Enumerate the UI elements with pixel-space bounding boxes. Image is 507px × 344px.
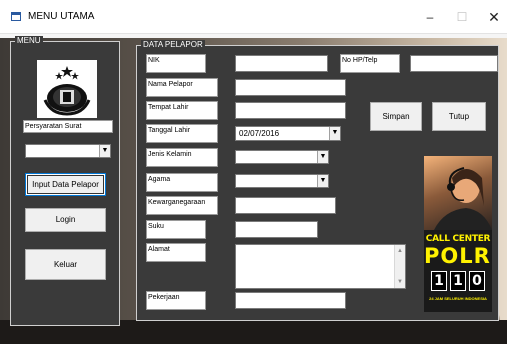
no-hp-label: No HP/Telp: [340, 54, 400, 73]
simpan-button[interactable]: Simpan: [370, 102, 422, 131]
kewarganegaraan-input[interactable]: [235, 197, 336, 214]
menu-legend: MENU: [15, 36, 43, 46]
nik-label: NIK: [146, 54, 206, 73]
persyaratan-surat-label: Persyaratan Surat: [23, 120, 113, 133]
title-bar: MENU UTAMA – ☐ ✕: [0, 0, 507, 34]
suku-label: Suku: [146, 220, 206, 239]
data-pelapor-legend: DATA PELAPOR: [141, 40, 205, 50]
police-emblem-icon: [43, 66, 91, 116]
hotline-digit: 0: [469, 271, 485, 291]
close-button[interactable]: ✕: [484, 8, 504, 26]
chevron-down-icon[interactable]: ▼: [329, 127, 340, 140]
maximize-button[interactable]: ☐: [452, 8, 472, 26]
tab-strip: [0, 34, 507, 38]
call-center-banner: CALL CENTER POLRI 1 1 0 24 JAM SELURUH I…: [424, 156, 492, 312]
tempat-lahir-input[interactable]: [235, 102, 346, 119]
alamat-value: [236, 245, 405, 249]
agama-select[interactable]: ▼: [235, 174, 329, 188]
tutup-button[interactable]: Tutup: [432, 102, 486, 131]
kewarganegaraan-label: Kewarganegaraan: [146, 196, 218, 215]
polri-logo: [37, 60, 97, 118]
hotline-number: 1 1 0: [431, 271, 485, 291]
tempat-lahir-label: Tempat Lahir: [146, 101, 218, 120]
chevron-down-icon[interactable]: ▼: [317, 175, 328, 187]
suku-input[interactable]: [235, 221, 318, 238]
hotline-digit: 1: [431, 271, 447, 291]
chevron-down-icon[interactable]: ▼: [99, 145, 110, 157]
hotline-digit: 1: [450, 271, 466, 291]
keluar-button[interactable]: Keluar: [25, 249, 106, 280]
polri-text: POLRI: [424, 244, 492, 268]
input-data-pelapor-button[interactable]: Input Data Pelapor: [25, 173, 106, 196]
window-title: MENU UTAMA: [28, 11, 95, 22]
operator-photo: [424, 156, 492, 230]
banner-tagline: 24 JAM SELURUH INDONESIA: [429, 296, 487, 301]
no-hp-input[interactable]: [410, 55, 498, 72]
nama-pelapor-label: Nama Pelapor: [146, 78, 218, 97]
call-center-text: CALL CENTER: [425, 234, 491, 244]
headset-operator-icon: [434, 167, 492, 230]
alamat-scrollbar[interactable]: ▲ ▼: [394, 245, 405, 288]
pekerjaan-label: Pekerjaan: [146, 291, 206, 310]
tanggal-lahir-value: 02/07/2016: [239, 129, 280, 138]
app-window-icon: [11, 12, 21, 21]
nik-input[interactable]: [235, 55, 328, 72]
chevron-down-icon[interactable]: ▼: [317, 151, 328, 163]
jenis-kelamin-label: Jenis Kelamin: [146, 148, 218, 167]
nama-pelapor-input[interactable]: [235, 79, 346, 96]
scroll-up-icon[interactable]: ▲: [395, 246, 405, 256]
pekerjaan-input[interactable]: [235, 292, 346, 309]
tanggal-lahir-label: Tanggal Lahir: [146, 124, 218, 143]
minimize-button[interactable]: –: [420, 8, 440, 26]
agama-label: Agama: [146, 173, 218, 192]
login-button[interactable]: Login: [25, 208, 106, 232]
alamat-textarea[interactable]: ▲ ▼: [235, 244, 406, 289]
tanggal-lahir-datepicker[interactable]: 02/07/2016 ▼: [235, 126, 341, 141]
jenis-kelamin-select[interactable]: ▼: [235, 150, 329, 164]
alamat-label: Alamat: [146, 243, 206, 262]
scroll-down-icon[interactable]: ▼: [395, 277, 405, 287]
persyaratan-surat-select[interactable]: ▼: [25, 144, 111, 158]
